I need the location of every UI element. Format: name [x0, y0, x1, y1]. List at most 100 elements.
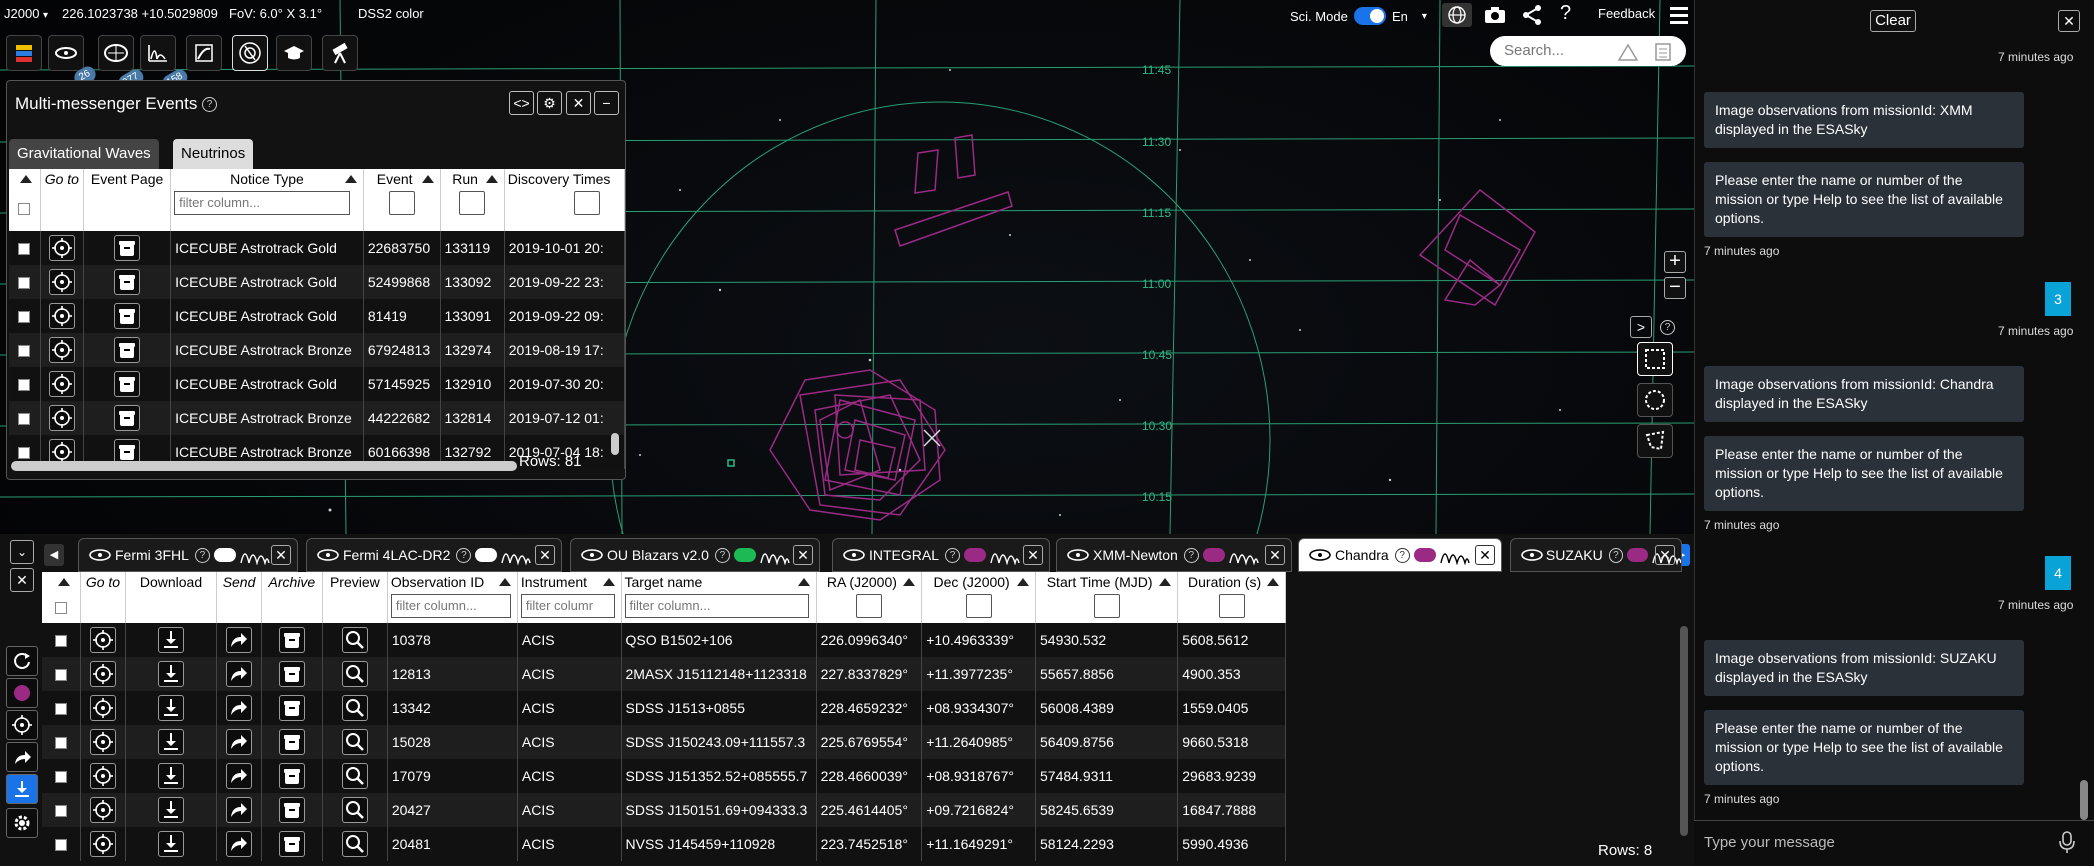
goto-button[interactable] — [89, 831, 116, 857]
row-checkbox[interactable] — [55, 703, 68, 716]
close-tab-button[interactable]: ✕ — [1475, 545, 1495, 565]
download-button[interactable] — [157, 797, 184, 823]
close-all-button[interactable]: ✕ — [10, 568, 34, 592]
notice-type-filter[interactable]: filter column... — [174, 191, 351, 215]
ssos-button[interactable] — [186, 35, 222, 71]
refresh-button[interactable] — [6, 646, 38, 676]
archive-button[interactable] — [278, 695, 305, 721]
vertical-scrollbar[interactable] — [1680, 626, 1688, 836]
help-icon[interactable]: ? — [945, 547, 961, 563]
column-header-notice-type[interactable]: Notice Type filter column... — [170, 169, 364, 231]
language-selector[interactable]: En ▾ — [1392, 2, 1427, 30]
chat-input[interactable]: Type your message — [1704, 834, 1835, 851]
close-chat-button[interactable]: ✕ — [2058, 10, 2080, 32]
zoom-in-button[interactable]: + — [1664, 251, 1686, 273]
row-checkbox[interactable] — [18, 243, 31, 256]
catalogs-button[interactable] — [48, 35, 84, 71]
row-checkbox[interactable] — [18, 311, 31, 324]
row-checkbox[interactable] — [55, 805, 68, 818]
recenter-button[interactable] — [6, 710, 38, 740]
download-button[interactable] — [157, 831, 184, 857]
send-button[interactable] — [226, 763, 253, 789]
table-row[interactable]: 17079 ACIS SDSS J151352.52+085555.7 228.466… — [42, 759, 1286, 793]
event-page-button[interactable] — [114, 337, 141, 363]
download-button[interactable] — [157, 661, 184, 687]
row-checkbox[interactable] — [18, 277, 31, 290]
row-checkbox[interactable] — [55, 771, 68, 784]
row-checkbox[interactable] — [55, 839, 68, 852]
tools-help-icon[interactable]: ? — [1660, 318, 1675, 335]
download-button[interactable] — [157, 763, 184, 789]
send-button[interactable] — [6, 742, 38, 772]
goto-button[interactable] — [89, 627, 116, 653]
tab-mission-fermi-3fhl[interactable]: Fermi 3FHL? ✕ — [78, 538, 298, 572]
goto-button[interactable] — [89, 729, 116, 755]
close-tab-button[interactable]: ✕ — [1265, 545, 1285, 565]
send-button[interactable] — [226, 831, 253, 857]
archive-button[interactable] — [278, 831, 305, 857]
preview-button[interactable] — [341, 661, 368, 687]
color-swatch[interactable] — [733, 548, 756, 562]
table-row[interactable]: 20481 ACIS NVSS J145459+110928 223.7452518°… — [42, 827, 1286, 861]
color-swatch[interactable] — [1627, 548, 1649, 562]
panel-close-button[interactable]: ✕ — [566, 91, 591, 115]
search-input[interactable]: Search... — [1490, 36, 1686, 66]
send-button[interactable] — [226, 695, 253, 721]
archive-button[interactable] — [278, 763, 305, 789]
table-row[interactable]: ICECUBE Astrotrack Gold 52499868 133092 201… — [9, 265, 625, 299]
panel-settings-button[interactable]: ⚙ — [537, 91, 562, 115]
table-row[interactable]: ICECUBE Astrotrack Gold 81419 133091 2019-0… — [9, 299, 625, 333]
circle-select-button[interactable] — [1637, 383, 1673, 417]
goto-button[interactable] — [48, 269, 75, 295]
goto-button[interactable] — [48, 303, 75, 329]
filter-icon[interactable] — [965, 594, 992, 618]
row-checkbox[interactable] — [18, 447, 31, 460]
event-page-button[interactable] — [114, 269, 141, 295]
close-tab-button[interactable]: ✕ — [793, 545, 813, 565]
send-button[interactable] — [226, 627, 253, 653]
color-swatch[interactable] — [1413, 548, 1436, 562]
color-swatch[interactable] — [964, 548, 987, 562]
jwst-planning-button[interactable] — [322, 35, 358, 71]
tab-mission-chandra[interactable]: Chandra? ✕ — [1298, 538, 1502, 572]
table-row[interactable]: 12813 ACIS 2MASX J15112148+1123318 227.8337… — [42, 657, 1286, 691]
zoom-out-button[interactable]: − — [1664, 277, 1686, 299]
coordinate-frame-selector[interactable]: J2000 ▾ — [4, 6, 48, 21]
filter-icon[interactable] — [1218, 594, 1245, 618]
archive-button[interactable] — [278, 797, 305, 823]
column-header-event[interactable]: Event — [363, 169, 441, 231]
close-tab-button[interactable]: ✕ — [1655, 545, 1675, 565]
download-button[interactable] — [157, 627, 184, 653]
column-header-target-name[interactable]: Target name filter column... — [621, 572, 817, 623]
table-row[interactable]: 20427 ACIS SDSS J150151.69+094333.3 225.461… — [42, 793, 1286, 827]
goto-button[interactable] — [89, 695, 116, 721]
column-header-start-time[interactable]: Start Time (MJD) — [1035, 572, 1179, 623]
survey-name[interactable]: DSS2 color — [358, 6, 424, 21]
chat-scrollbar[interactable] — [2080, 780, 2088, 820]
download-button[interactable] — [157, 729, 184, 755]
column-header-dec[interactable]: Dec (J2000) — [921, 572, 1036, 623]
column-header-duration[interactable]: Duration (s) — [1177, 572, 1286, 623]
row-checkbox[interactable] — [18, 413, 31, 426]
goto-button[interactable] — [48, 371, 75, 397]
feedback-link[interactable]: Feedback — [1598, 6, 1655, 21]
color-swatch[interactable] — [213, 548, 236, 562]
help-icon[interactable]: ? — [202, 97, 218, 113]
help-icon[interactable]: ? — [1608, 547, 1624, 563]
box-select-button[interactable] — [1637, 342, 1673, 376]
row-checkbox[interactable] — [55, 669, 68, 682]
select-all-checkbox[interactable] — [18, 203, 31, 215]
filter-icon[interactable] — [855, 594, 882, 618]
table-row[interactable]: 15028 ACIS SDSS J150243.09+111557.3 225.676… — [42, 725, 1286, 759]
download-button[interactable] — [157, 695, 184, 721]
table-row[interactable]: 13342 ACIS SDSS J1513+0855 228.4659232° +08.… — [42, 691, 1286, 725]
horizontal-scrollbar[interactable] — [11, 461, 517, 471]
download-button[interactable] — [6, 774, 38, 804]
tab-gravitational-waves[interactable]: Gravitational Waves — [9, 139, 159, 169]
vertical-scrollbar[interactable] — [611, 433, 619, 455]
obs-id-filter[interactable]: filter column... — [390, 594, 511, 618]
table-row[interactable]: ICECUBE Astrotrack Gold 22683750 133119 201… — [9, 231, 625, 265]
select-all-checkbox[interactable] — [55, 602, 68, 614]
preview-button[interactable] — [341, 797, 368, 823]
goto-button[interactable] — [48, 405, 75, 431]
